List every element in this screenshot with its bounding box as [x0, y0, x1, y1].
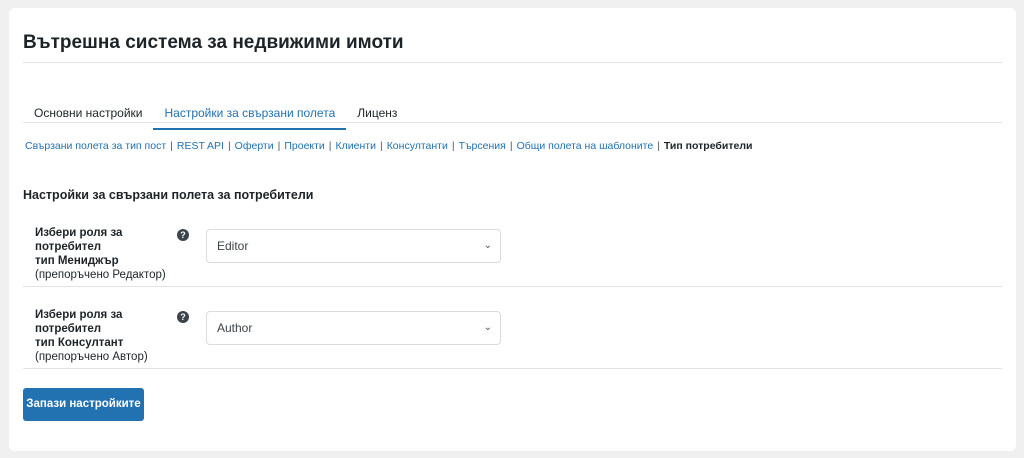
divider — [23, 62, 1002, 63]
subnav-projects[interactable]: Проекти — [284, 140, 324, 152]
label-line: (препоръчено Редактор) — [35, 269, 166, 281]
select-value: Editor — [217, 239, 249, 253]
help-icon[interactable]: ? — [177, 229, 189, 241]
subnav: Свързани полета за тип пост | REST API | Офе… — [25, 140, 753, 152]
chevron-down-icon: ⌄ — [483, 322, 492, 333]
select-value: Author — [217, 321, 253, 335]
section-title: Настройки за свързани полета за потребит… — [23, 188, 314, 202]
consultant-role-select[interactable]: Author ⌄ — [206, 311, 501, 345]
subnav-post-type[interactable]: Свързани полета за тип пост — [25, 140, 166, 152]
tab-related-fields[interactable]: Настройки за свързани полета — [153, 96, 347, 130]
tab-license[interactable]: Лиценз — [346, 96, 408, 130]
subnav-offers[interactable]: Оферти — [235, 140, 274, 152]
page-title: Вътрешна система за недвижими имоти — [23, 32, 404, 53]
label-line: Избери роля за потребител — [35, 227, 123, 253]
tab-divider — [23, 122, 1002, 123]
manager-role-label: Избери роля за потребител тип Мениджър (… — [35, 226, 180, 282]
subnav-template-fields[interactable]: Общи полета на шаблоните — [517, 140, 654, 152]
subnav-searches[interactable]: Търсения — [459, 140, 506, 152]
manager-role-select[interactable]: Editor ⌄ — [206, 229, 501, 263]
subnav-consultants[interactable]: Консултанти — [387, 140, 448, 152]
divider — [23, 368, 1002, 369]
subnav-clients[interactable]: Клиенти — [336, 140, 376, 152]
label-line: тип Консултант — [35, 337, 124, 349]
tab-general[interactable]: Основни настройки — [23, 96, 153, 130]
divider — [23, 286, 1002, 287]
settings-card: Вътрешна система за недвижими имоти Осно… — [9, 8, 1016, 451]
tab-bar: Основни настройки Настройки за свързани … — [23, 96, 408, 130]
subnav-rest-api[interactable]: REST API — [177, 140, 224, 152]
save-settings-button[interactable]: Запази настройките — [23, 388, 144, 421]
label-line: Избери роля за потребител — [35, 309, 123, 335]
help-icon[interactable]: ? — [177, 311, 189, 323]
subnav-user-types: Тип потребители — [663, 140, 753, 152]
chevron-down-icon: ⌄ — [483, 240, 492, 251]
label-line: (препоръчено Автор) — [35, 351, 148, 363]
label-line: тип Мениджър — [35, 255, 119, 267]
consultant-role-label: Избери роля за потребител тип Консултант… — [35, 308, 180, 364]
